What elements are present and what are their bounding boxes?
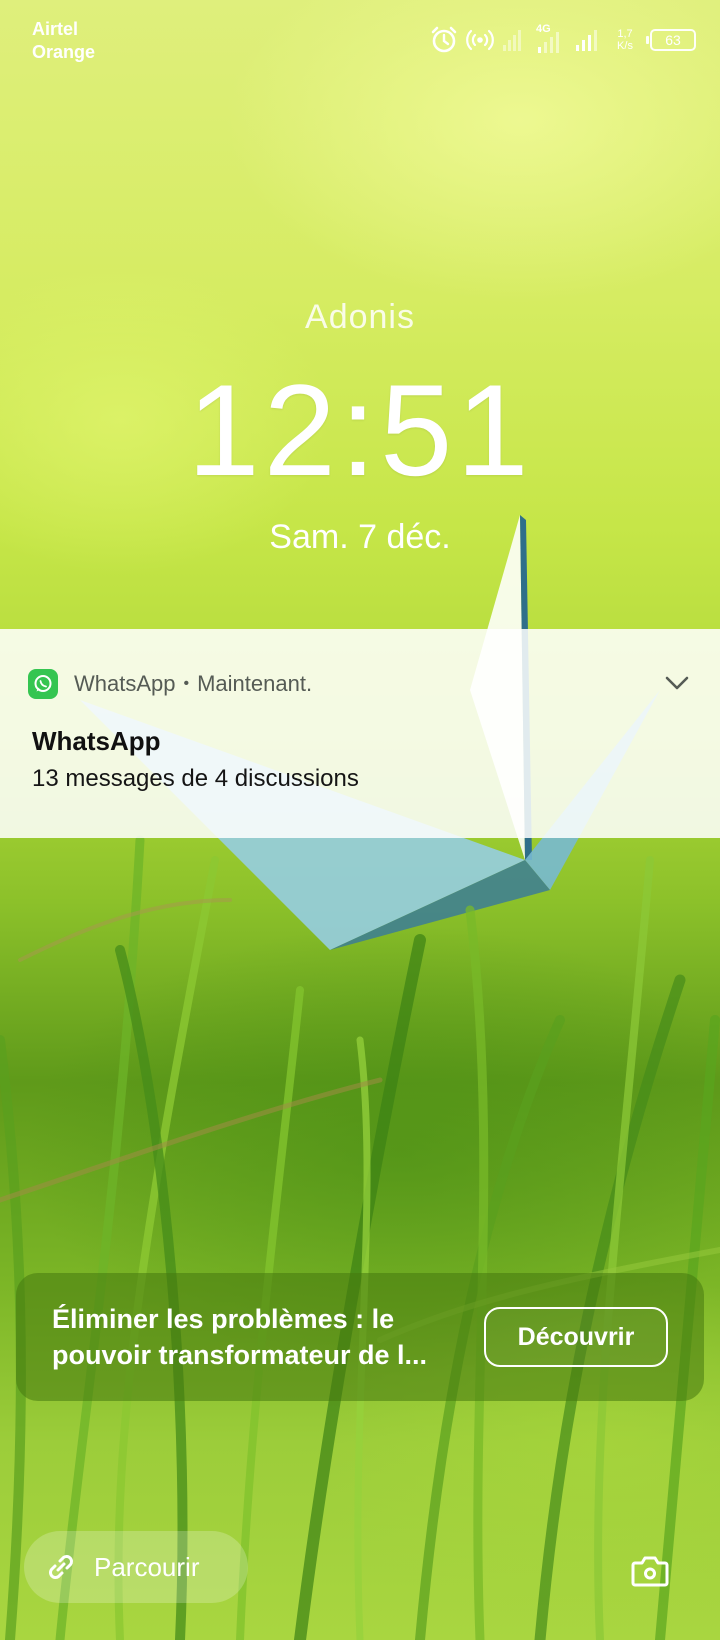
carrier-names: Airtel Orange [32,18,95,64]
lock-screen-clock: 12:51 [187,357,533,503]
chevron-down-icon[interactable] [664,674,690,692]
whatsapp-notification[interactable]: WhatsApp • Maintenant. WhatsApp 13 messa… [0,629,720,838]
hotspot-icon [466,29,494,51]
browse-button[interactable]: Parcourir [24,1531,248,1603]
alarm-icon [431,26,457,53]
status-icons: 4G 1,7 K/s 63 [430,23,696,56]
signal-icon [576,30,597,51]
grass-illustration [0,835,720,1640]
network-speed: 1,7 K/s [612,28,638,52]
network-speed-unit: K/s [617,40,633,52]
camera-icon[interactable] [630,1554,670,1588]
network-speed-value: 1,7 [617,28,633,40]
notification-separator: • [183,675,190,692]
discover-button[interactable]: Découvrir [484,1307,668,1367]
battery-level: 63 [665,32,681,48]
carrier-name: Airtel [32,19,79,39]
battery-icon: 63 [646,29,696,51]
browse-label: Parcourir [94,1551,200,1582]
notification-body: 13 messages de 4 discussions [32,765,359,792]
promo-line: pouvoir transformateur de l... [52,1340,428,1370]
owner-name: Adonis [305,298,415,336]
link-icon [44,1550,78,1584]
notification-header: WhatsApp • Maintenant. [28,669,312,699]
whatsapp-icon [28,669,58,699]
carrier-name: Orange [32,42,96,62]
lock-screen-date: Sam. 7 déc. [269,518,451,556]
notification-timestamp: Maintenant. [197,671,313,696]
promo-line: Éliminer les problèmes : le [52,1304,395,1334]
status-bar: Airtel Orange 4G 1,7 K/s 63 [0,0,720,80]
signal-icon [538,32,559,53]
signal-icon [503,30,521,51]
notification-app-name: WhatsApp [74,671,176,696]
promo-banner[interactable]: Éliminer les problèmes : le pouvoir tran… [16,1273,704,1401]
promo-text: Éliminer les problèmes : le pouvoir tran… [52,1301,462,1373]
network-type-badge: 4G [532,23,566,55]
notification-title: WhatsApp [32,726,161,756]
